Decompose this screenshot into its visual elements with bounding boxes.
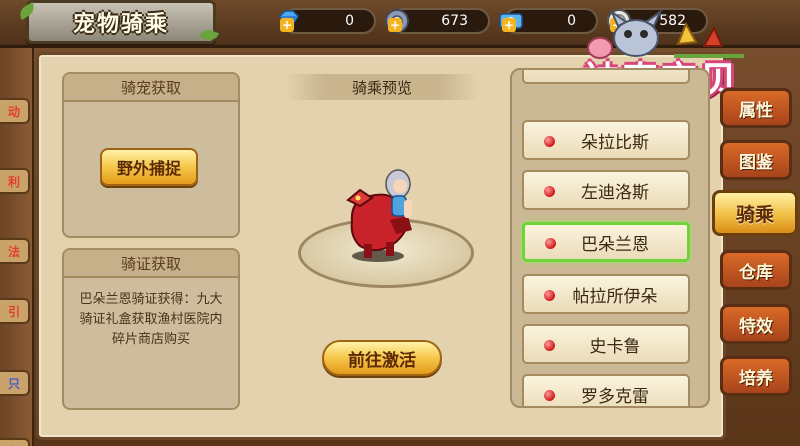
left-stub[interactable]: 动 bbox=[0, 98, 30, 124]
mount-preview-icon[interactable] bbox=[330, 160, 440, 270]
left-stub-label: 动 bbox=[7, 104, 20, 119]
red-dot-icon bbox=[544, 390, 555, 401]
red-dot-icon bbox=[544, 136, 555, 147]
tab-effects[interactable]: 特效 bbox=[720, 304, 792, 344]
license-panel: 骑证获取 巴朵兰恩骑证获得：九大骑证礼盒获取渔村医院内碎片商店购买 bbox=[62, 248, 240, 410]
preview-title-label: 骑乘预览 bbox=[351, 78, 412, 97]
capture-button-label: 野外捕捉 bbox=[116, 159, 181, 178]
left-stub-label: 部 bbox=[8, 443, 20, 446]
red-dot-icon bbox=[544, 186, 555, 197]
tab-mount[interactable]: 骑乘 bbox=[712, 190, 798, 236]
capture-button[interactable]: 野外捕捉 bbox=[100, 148, 198, 186]
list-item[interactable]: 史卡鲁 bbox=[522, 324, 690, 364]
list-item-selected[interactable]: 巴朵兰恩 bbox=[522, 222, 690, 262]
list-item[interactable]: 帖拉所伊朵 bbox=[522, 274, 690, 314]
tab-label: 属性 bbox=[739, 100, 773, 121]
left-stub-label: 利 bbox=[7, 174, 20, 189]
red-dot-icon bbox=[544, 340, 555, 351]
add-ticket-icon[interactable]: + bbox=[502, 18, 516, 32]
diamond-icon: + bbox=[274, 6, 304, 36]
currency-diamond: + 0 bbox=[279, 8, 376, 34]
left-stub[interactable]: 引 bbox=[0, 298, 30, 324]
list-item[interactable]: 左迪洛斯 bbox=[522, 170, 690, 210]
tab-catalog[interactable]: 图鉴 bbox=[720, 140, 792, 180]
mount-list[interactable]: 朵拉比斯 左迪洛斯 巴朵兰恩 帖拉所伊朵 史卡鲁 罗多克雷 bbox=[510, 68, 710, 408]
gear-value: 673 bbox=[441, 13, 468, 29]
ticket-icon: + bbox=[496, 6, 526, 36]
add-gear-icon[interactable]: + bbox=[388, 18, 402, 32]
license-description: 巴朵兰恩骑证获得：九大骑证礼盒获取渔村医院内碎片商店购买 bbox=[79, 292, 223, 347]
tab-label: 特效 bbox=[739, 316, 773, 337]
tab-label: 仓库 bbox=[739, 262, 773, 283]
diamond-value: 0 bbox=[345, 13, 354, 29]
tab-label: 图鉴 bbox=[739, 152, 773, 173]
page-title: 宠物骑乘 bbox=[72, 12, 169, 37]
left-side-strip: 动 利 法 引 只 部 bbox=[0, 40, 34, 446]
left-stub[interactable]: 只 bbox=[0, 370, 30, 396]
add-diamond-icon[interactable]: + bbox=[280, 18, 294, 32]
list-item-partial[interactable] bbox=[522, 70, 690, 84]
gear-coin-icon: + bbox=[382, 6, 412, 36]
left-stub-label: 法 bbox=[7, 244, 20, 259]
tab-label: 骑乘 bbox=[735, 203, 774, 226]
preview-title: 骑乘预览 bbox=[286, 74, 478, 100]
license-panel-title: 骑证获取 bbox=[64, 250, 238, 278]
left-stub[interactable]: 部 bbox=[0, 438, 30, 446]
red-dot-icon bbox=[545, 238, 556, 249]
left-stub[interactable]: 利 bbox=[0, 168, 30, 194]
list-item[interactable]: 朵拉比斯 bbox=[522, 120, 690, 160]
left-stub-label: 只 bbox=[7, 376, 20, 391]
obtain-panel-title: 骑宠获取 bbox=[64, 74, 238, 102]
tab-attributes[interactable]: 属性 bbox=[720, 88, 792, 128]
title-plate: 宠物骑乘 bbox=[26, 0, 216, 44]
tab-training[interactable]: 培养 bbox=[720, 356, 792, 396]
activate-button[interactable]: 前往激活 bbox=[322, 340, 442, 376]
tab-warehouse[interactable]: 仓库 bbox=[720, 250, 792, 290]
list-item[interactable]: 罗多克雷 bbox=[522, 374, 690, 406]
activate-button-label: 前往激活 bbox=[348, 350, 416, 371]
red-dot-icon bbox=[544, 290, 555, 301]
left-stub[interactable]: 法 bbox=[0, 238, 30, 264]
tab-label: 培养 bbox=[739, 368, 773, 389]
left-stub-label: 引 bbox=[7, 304, 20, 319]
currency-gear: + 673 bbox=[385, 8, 490, 34]
